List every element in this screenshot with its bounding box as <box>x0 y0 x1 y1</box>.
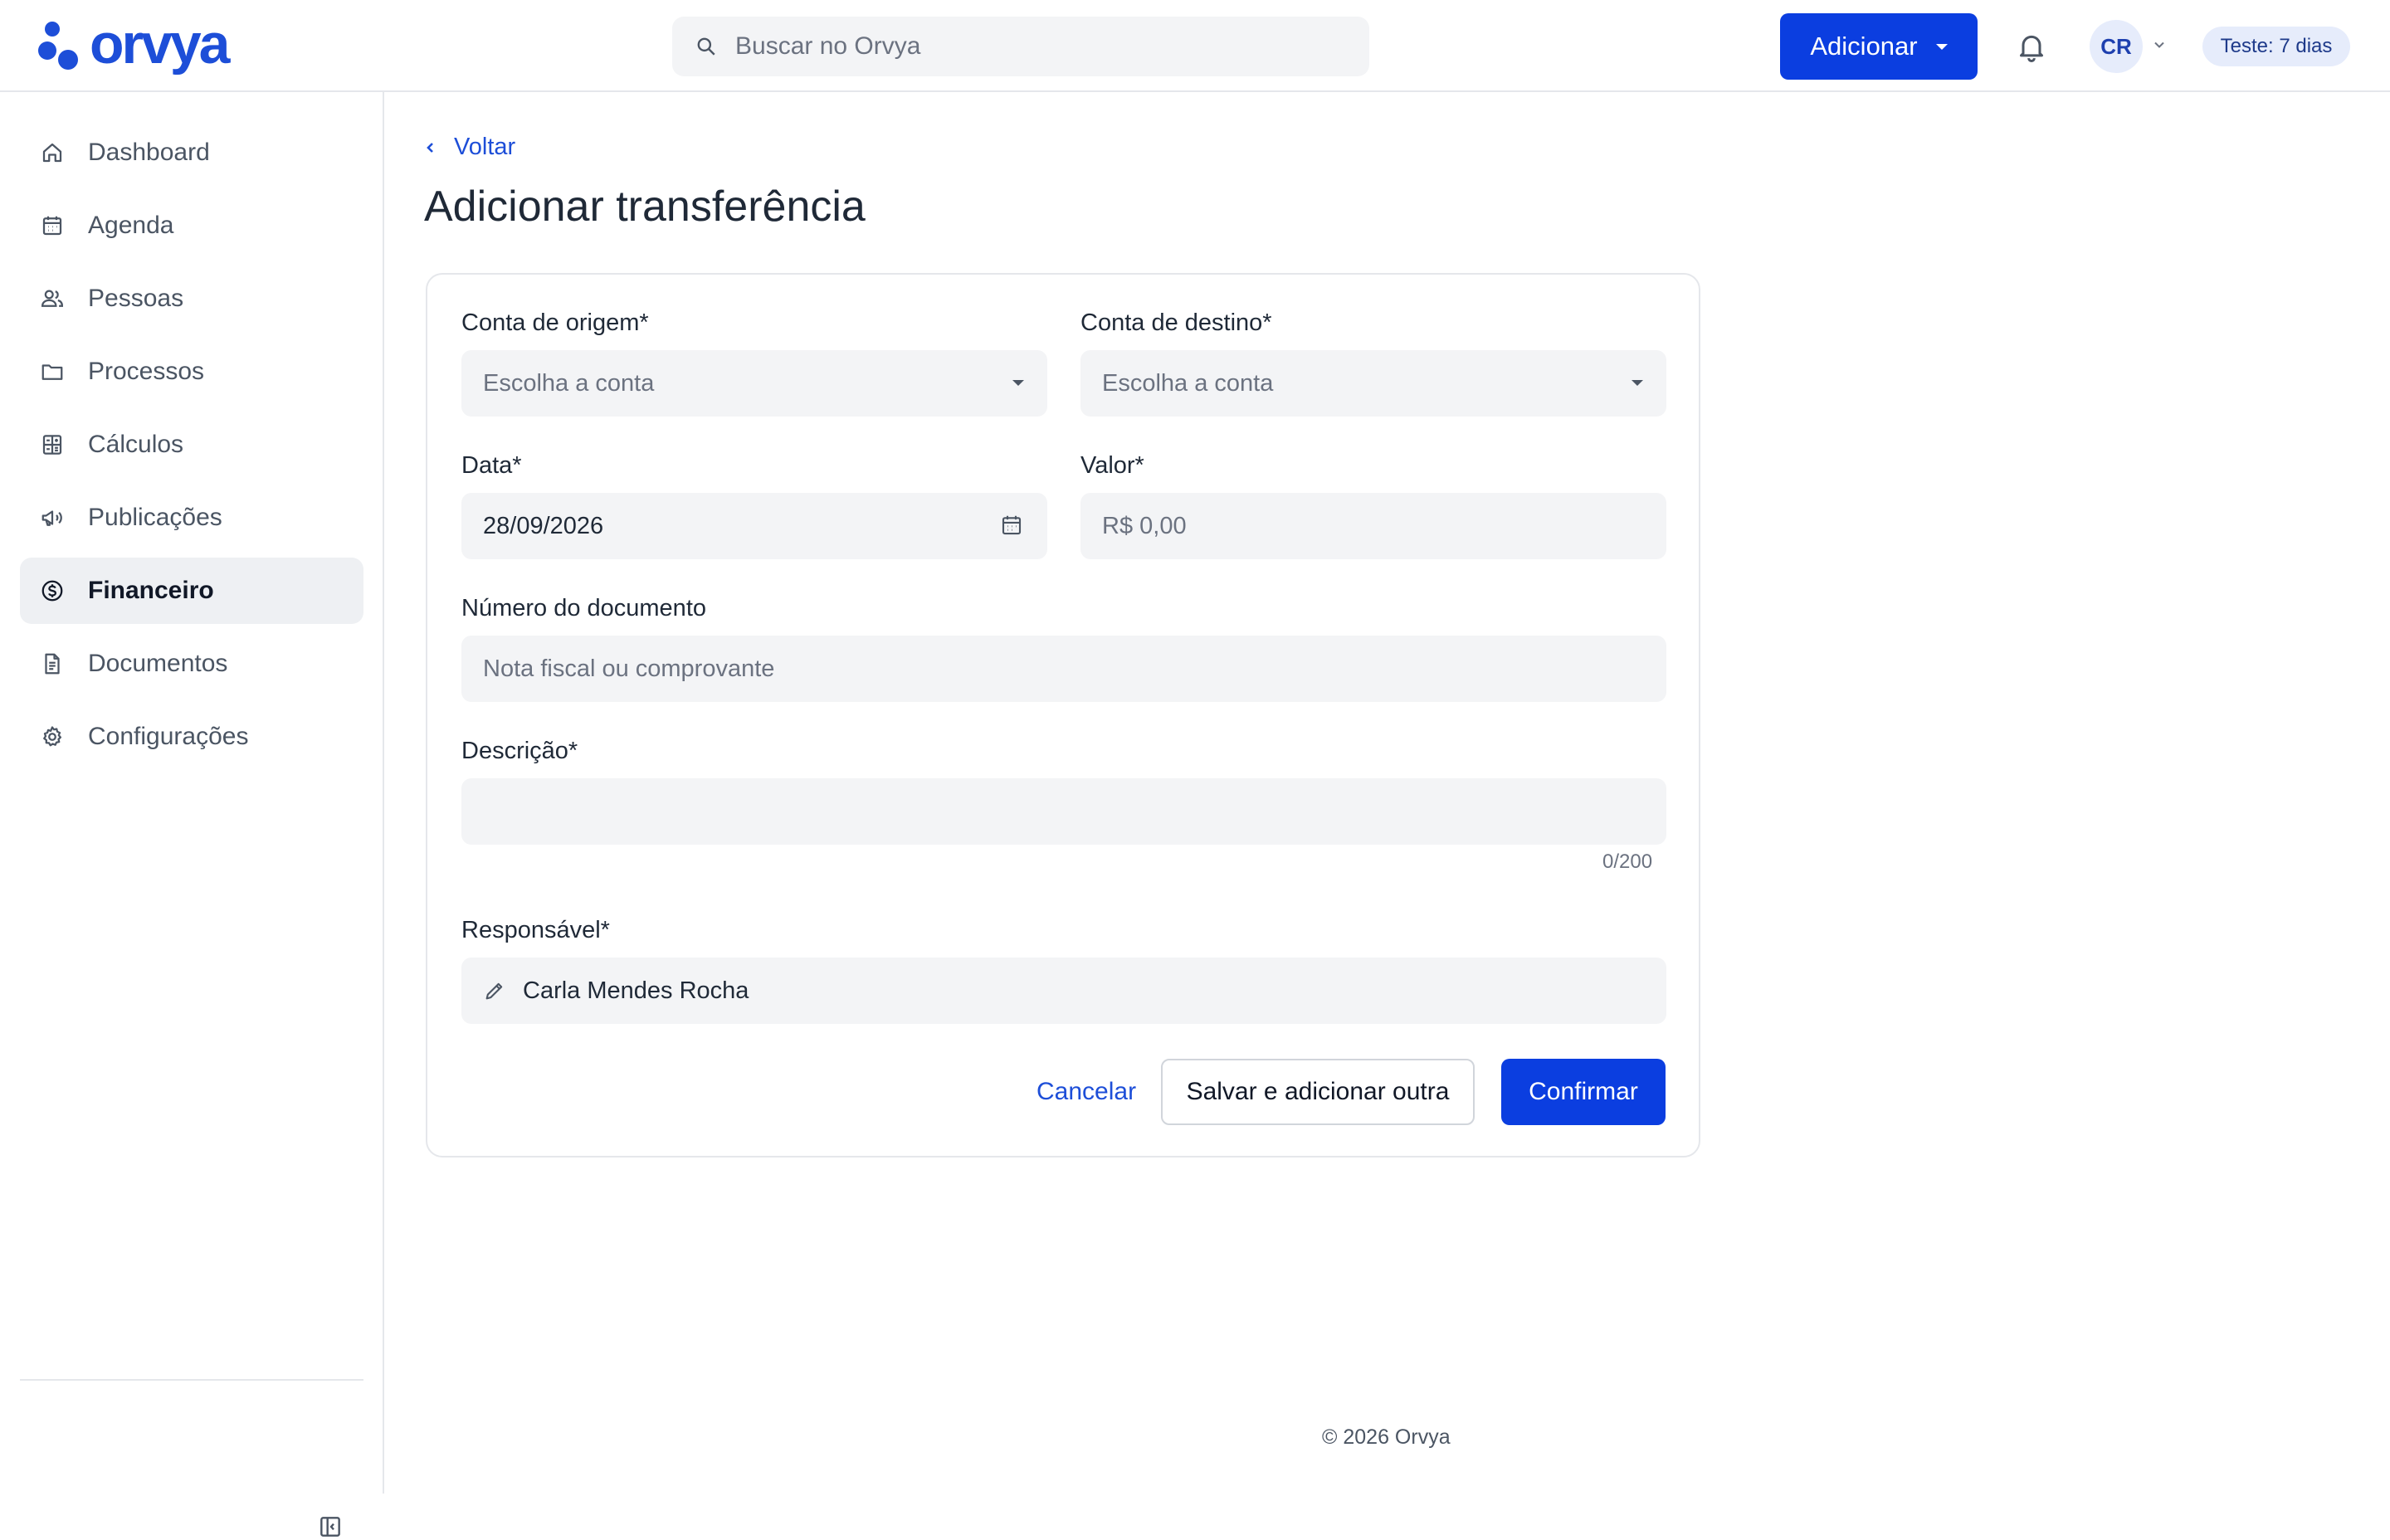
date-input[interactable]: 28/09/2026 <box>461 493 1047 559</box>
sidebar-divider <box>20 1379 363 1381</box>
document-number-placeholder: Nota fiscal ou comprovante <box>483 655 775 682</box>
main-content: Voltar Adicionar transferência Conta de … <box>386 92 2390 1494</box>
destination-account-value: Escolha a conta <box>1102 369 1274 397</box>
chevron-down-icon[interactable] <box>2151 37 2168 53</box>
top-bar: orvya Buscar no Orvya Adicionar CR Teste… <box>0 0 2390 92</box>
bell-icon[interactable] <box>2015 30 2048 63</box>
add-button-label: Adicionar <box>1810 32 1918 61</box>
save-and-add-another-button[interactable]: Salvar e adicionar outra <box>1161 1059 1475 1125</box>
origin-account-label: Conta de origem* <box>461 309 649 336</box>
calculator-icon <box>42 435 62 455</box>
cancel-button[interactable]: Cancelar <box>1036 1059 1136 1125</box>
caret-down-icon <box>1012 380 1024 386</box>
document-number-label: Número do documento <box>461 595 706 621</box>
chevron-left-icon <box>427 142 433 153</box>
sidebar-item-agenda[interactable]: Agenda <box>20 192 363 259</box>
value-label: Valor* <box>1080 452 1144 479</box>
pencil-icon <box>485 982 503 1000</box>
app-logo[interactable]: orvya <box>38 12 230 76</box>
sidebar-item-label: Dashboard <box>88 139 210 166</box>
document-number-input[interactable]: Nota fiscal ou comprovante <box>461 636 1666 702</box>
sidebar-item-label: Pessoas <box>88 285 184 312</box>
description-label: Descrição* <box>461 738 578 764</box>
sidebar-item-label: Configurações <box>88 723 249 750</box>
date-value: 28/09/2026 <box>483 512 604 539</box>
description-counter: 0/200 <box>1602 850 1653 873</box>
sidebar-item-calculos[interactable]: Cálculos <box>20 412 363 478</box>
megaphone-icon <box>41 510 62 526</box>
value-input[interactable]: R$ 0,00 <box>1080 493 1666 559</box>
logo-text: orvya <box>90 12 230 76</box>
calendar-icon <box>42 216 62 236</box>
sidebar-item-configuracoes[interactable]: Configurações <box>20 704 363 770</box>
people-icon <box>41 290 64 307</box>
sidebar-item-dashboard[interactable]: Dashboard <box>20 119 363 186</box>
user-avatar[interactable]: CR <box>2090 20 2143 73</box>
caret-down-icon <box>1632 380 1643 386</box>
value-placeholder: R$ 0,00 <box>1102 512 1187 539</box>
sidebar-item-label: Documentos <box>88 650 228 677</box>
trial-badge[interactable]: Teste: 7 dias <box>2202 27 2350 66</box>
sidebar-item-publicacoes[interactable]: Publicações <box>20 485 363 551</box>
transfer-form-card: Conta de origem* Escolha a conta Conta d… <box>426 273 1700 1157</box>
back-link[interactable]: Voltar <box>424 134 515 161</box>
gear-icon <box>43 726 61 747</box>
dollar-icon <box>41 580 63 602</box>
description-input[interactable] <box>461 778 1666 845</box>
back-label: Voltar <box>454 134 516 160</box>
add-button[interactable]: Adicionar <box>1780 13 1978 80</box>
sidebar-item-pessoas[interactable]: Pessoas <box>20 266 363 332</box>
sidebar-item-label: Publicações <box>88 504 222 531</box>
origin-account-select[interactable]: Escolha a conta <box>461 350 1047 417</box>
responsible-input[interactable]: Carla Mendes Rocha <box>461 958 1666 1024</box>
page-title: Adicionar transferência <box>424 183 866 231</box>
origin-account-value: Escolha a conta <box>483 369 655 397</box>
sidebar-item-label: Cálculos <box>88 431 184 458</box>
responsible-value: Carla Mendes Rocha <box>523 977 749 1004</box>
sidebar-item-documentos[interactable]: Documentos <box>20 631 363 697</box>
sidebar-item-processos[interactable]: Processos <box>20 339 363 405</box>
sidebar-item-label: Agenda <box>88 212 174 239</box>
sidebar-item-financeiro[interactable]: Financeiro <box>20 558 363 624</box>
document-icon <box>45 653 60 675</box>
logo-mark <box>38 17 85 71</box>
sidebar-collapse-icon[interactable] <box>317 1513 344 1540</box>
confirm-button[interactable]: Confirmar <box>1501 1059 1666 1125</box>
footer-copyright: © 2026 Orvya <box>1322 1425 1451 1449</box>
responsible-label: Responsável* <box>461 917 610 943</box>
destination-account-select[interactable]: Escolha a conta <box>1080 350 1666 417</box>
sidebar-item-label: Financeiro <box>88 577 214 604</box>
home-icon <box>42 143 62 163</box>
search-icon <box>697 37 715 56</box>
search-input[interactable]: Buscar no Orvya <box>735 32 920 61</box>
search-bar[interactable]: Buscar no Orvya <box>672 17 1369 76</box>
date-label: Data* <box>461 452 522 479</box>
destination-account-label: Conta de destino* <box>1080 309 1272 336</box>
folder-icon <box>41 364 63 380</box>
caret-down-icon <box>1935 43 1948 50</box>
sidebar-item-label: Processos <box>88 358 205 385</box>
calendar-icon[interactable] <box>999 513 1024 538</box>
sidebar: Dashboard Agenda Pessoas Processos Cálcu… <box>0 92 384 1537</box>
